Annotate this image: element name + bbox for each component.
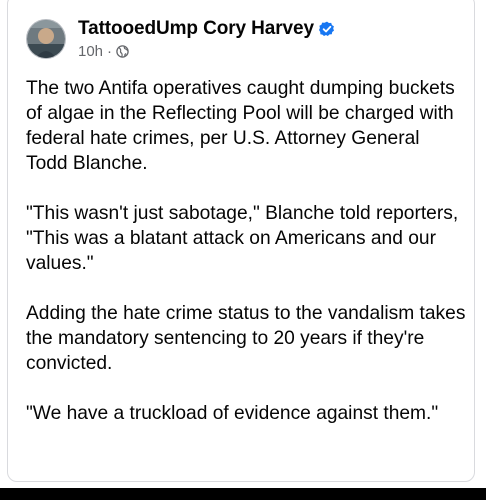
media-edge — [0, 488, 486, 500]
verified-badge-icon — [318, 21, 335, 37]
post-subline: 10h · — [78, 43, 335, 60]
post-time[interactable]: 10h — [78, 43, 103, 60]
post-meta: TattooedUmp Cory Harvey 10h · — [78, 18, 335, 60]
post-paragraph: The two Antifa operatives caught dumping… — [26, 78, 455, 174]
globe-icon[interactable] — [116, 45, 129, 58]
post-card: TattooedUmp Cory Harvey 10h · The two An… — [0, 0, 486, 500]
post-paragraph: "This wasn't just sabotage," Blanche tol… — [26, 203, 459, 274]
post-header: TattooedUmp Cory Harvey 10h · — [26, 18, 335, 60]
name-row: TattooedUmp Cory Harvey — [78, 18, 335, 40]
post-body: The two Antifa operatives caught dumping… — [26, 76, 466, 426]
avatar[interactable] — [26, 19, 66, 59]
meta-separator: · — [107, 43, 113, 60]
post-paragraph: "We have a truckload of evidence against… — [26, 403, 439, 424]
post-paragraph: Adding the hate crime status to the vand… — [26, 303, 466, 374]
avatar-image — [27, 20, 65, 58]
author-name[interactable]: TattooedUmp Cory Harvey — [78, 18, 314, 40]
